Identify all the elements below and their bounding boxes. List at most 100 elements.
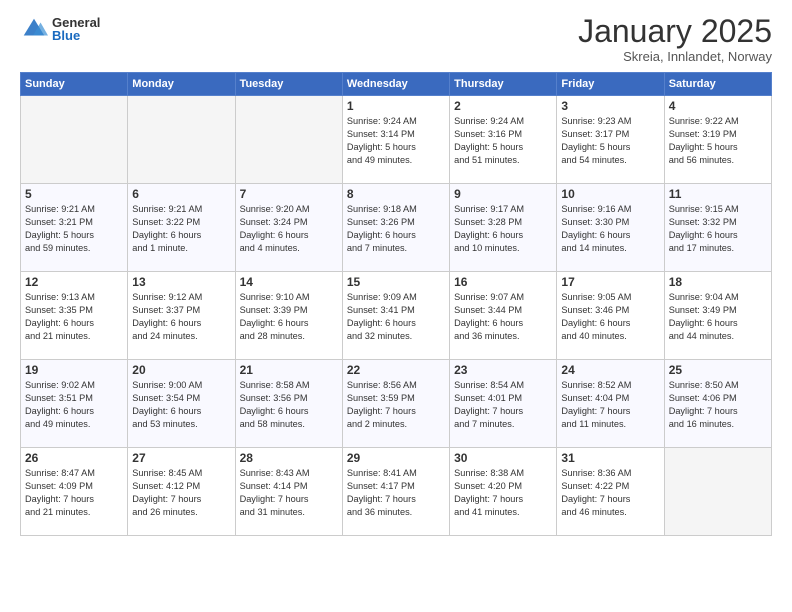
calendar-cell: 13Sunrise: 9:12 AM Sunset: 3:37 PM Dayli… xyxy=(128,272,235,360)
day-info: Sunrise: 9:00 AM Sunset: 3:54 PM Dayligh… xyxy=(132,379,230,431)
day-number: 5 xyxy=(25,187,123,201)
day-info: Sunrise: 8:36 AM Sunset: 4:22 PM Dayligh… xyxy=(561,467,659,519)
day-number: 1 xyxy=(347,99,445,113)
day-info: Sunrise: 9:17 AM Sunset: 3:28 PM Dayligh… xyxy=(454,203,552,255)
title-block: January 2025 Skreia, Innlandet, Norway xyxy=(578,15,772,64)
day-number: 12 xyxy=(25,275,123,289)
day-number: 8 xyxy=(347,187,445,201)
day-number: 16 xyxy=(454,275,552,289)
day-number: 28 xyxy=(240,451,338,465)
calendar-cell: 7Sunrise: 9:20 AM Sunset: 3:24 PM Daylig… xyxy=(235,184,342,272)
day-info: Sunrise: 9:02 AM Sunset: 3:51 PM Dayligh… xyxy=(25,379,123,431)
day-number: 19 xyxy=(25,363,123,377)
calendar-header-row: SundayMondayTuesdayWednesdayThursdayFrid… xyxy=(21,73,772,96)
calendar-cell: 26Sunrise: 8:47 AM Sunset: 4:09 PM Dayli… xyxy=(21,448,128,536)
calendar-cell: 21 Sunrise: 8:58 AM Sunset: 3:56 PM Dayli… xyxy=(235,360,342,448)
calendar-cell: 14Sunrise: 9:10 AM Sunset: 3:39 PM Dayli… xyxy=(235,272,342,360)
calendar-cell: 29 Sunrise: 8:41 AM Sunset: 4:17 PM Dayli… xyxy=(342,448,449,536)
day-number: 31 xyxy=(561,451,659,465)
calendar-cell: 16Sunrise: 9:07 AM Sunset: 3:44 PM Dayli… xyxy=(450,272,557,360)
day-number: 29 xyxy=(347,451,445,465)
calendar-cell: 11Sunrise: 9:15 AM Sunset: 3:32 PM Dayli… xyxy=(664,184,771,272)
calendar-cell: 9 Sunrise: 9:17 AM Sunset: 3:28 PM Daylig… xyxy=(450,184,557,272)
calendar-cell: 28 Sunrise: 8:43 AM Sunset: 4:14 PM Dayli… xyxy=(235,448,342,536)
calendar-week-5: 26Sunrise: 8:47 AM Sunset: 4:09 PM Dayli… xyxy=(21,448,772,536)
calendar-cell: 25 Sunrise: 8:50 AM Sunset: 4:06 PM Dayli… xyxy=(664,360,771,448)
day-info: Sunrise: 9:22 AM Sunset: 3:19 PM Dayligh… xyxy=(669,115,767,167)
day-info: Sunrise: 8:41 AM Sunset: 4:17 PM Dayligh… xyxy=(347,467,445,519)
day-info: Sunrise: 9:21 AM Sunset: 3:22 PM Dayligh… xyxy=(132,203,230,255)
calendar-table: SundayMondayTuesdayWednesdayThursdayFrid… xyxy=(20,72,772,536)
calendar-cell xyxy=(128,96,235,184)
calendar-week-1: 1Sunrise: 9:24 AM Sunset: 3:14 PM Daylig… xyxy=(21,96,772,184)
calendar-week-4: 19 Sunrise: 9:02 AM Sunset: 3:51 PM Dayli… xyxy=(21,360,772,448)
calendar-cell: 10 Sunrise: 9:16 AM Sunset: 3:30 PM Dayli… xyxy=(557,184,664,272)
location-subtitle: Skreia, Innlandet, Norway xyxy=(578,49,772,64)
col-header-tuesday: Tuesday xyxy=(235,73,342,96)
day-number: 2 xyxy=(454,99,552,113)
logo-icon xyxy=(20,15,48,43)
month-title: January 2025 xyxy=(578,15,772,47)
day-number: 30 xyxy=(454,451,552,465)
day-number: 22 xyxy=(347,363,445,377)
col-header-sunday: Sunday xyxy=(21,73,128,96)
calendar-cell: 5 Sunrise: 9:21 AM Sunset: 3:21 PM Daylig… xyxy=(21,184,128,272)
calendar-cell: 27 Sunrise: 8:45 AM Sunset: 4:12 PM Dayli… xyxy=(128,448,235,536)
day-number: 3 xyxy=(561,99,659,113)
day-info: Sunrise: 8:52 AM Sunset: 4:04 PM Dayligh… xyxy=(561,379,659,431)
calendar-cell: 19 Sunrise: 9:02 AM Sunset: 3:51 PM Dayli… xyxy=(21,360,128,448)
day-number: 11 xyxy=(669,187,767,201)
day-number: 14 xyxy=(240,275,338,289)
day-number: 21 xyxy=(240,363,338,377)
calendar-cell: 4Sunrise: 9:22 AM Sunset: 3:19 PM Daylig… xyxy=(664,96,771,184)
day-info: Sunrise: 9:20 AM Sunset: 3:24 PM Dayligh… xyxy=(240,203,338,255)
page: General Blue January 2025 Skreia, Innlan… xyxy=(0,0,792,612)
day-info: Sunrise: 9:21 AM Sunset: 3:21 PM Dayligh… xyxy=(25,203,123,255)
calendar-cell: 18 Sunrise: 9:04 AM Sunset: 3:49 PM Dayli… xyxy=(664,272,771,360)
day-info: Sunrise: 8:56 AM Sunset: 3:59 PM Dayligh… xyxy=(347,379,445,431)
calendar-cell: 20 Sunrise: 9:00 AM Sunset: 3:54 PM Dayli… xyxy=(128,360,235,448)
day-info: Sunrise: 9:04 AM Sunset: 3:49 PM Dayligh… xyxy=(669,291,767,343)
calendar-week-3: 12 Sunrise: 9:13 AM Sunset: 3:35 PM Dayli… xyxy=(21,272,772,360)
day-info: Sunrise: 9:18 AM Sunset: 3:26 PM Dayligh… xyxy=(347,203,445,255)
calendar-cell: 6 Sunrise: 9:21 AM Sunset: 3:22 PM Daylig… xyxy=(128,184,235,272)
day-number: 23 xyxy=(454,363,552,377)
day-info: Sunrise: 8:54 AM Sunset: 4:01 PM Dayligh… xyxy=(454,379,552,431)
col-header-saturday: Saturday xyxy=(664,73,771,96)
day-info: Sunrise: 9:05 AM Sunset: 3:46 PM Dayligh… xyxy=(561,291,659,343)
calendar-cell: 2Sunrise: 9:24 AM Sunset: 3:16 PM Daylig… xyxy=(450,96,557,184)
col-header-friday: Friday xyxy=(557,73,664,96)
day-number: 25 xyxy=(669,363,767,377)
day-info: Sunrise: 8:38 AM Sunset: 4:20 PM Dayligh… xyxy=(454,467,552,519)
logo: General Blue xyxy=(20,15,100,43)
calendar-week-2: 5 Sunrise: 9:21 AM Sunset: 3:21 PM Daylig… xyxy=(21,184,772,272)
day-number: 9 xyxy=(454,187,552,201)
day-info: Sunrise: 8:47 AM Sunset: 4:09 PM Dayligh… xyxy=(25,467,123,519)
calendar-cell: 12 Sunrise: 9:13 AM Sunset: 3:35 PM Dayli… xyxy=(21,272,128,360)
day-info: Sunrise: 9:09 AM Sunset: 3:41 PM Dayligh… xyxy=(347,291,445,343)
day-info: Sunrise: 8:45 AM Sunset: 4:12 PM Dayligh… xyxy=(132,467,230,519)
day-number: 6 xyxy=(132,187,230,201)
day-info: Sunrise: 8:43 AM Sunset: 4:14 PM Dayligh… xyxy=(240,467,338,519)
day-number: 10 xyxy=(561,187,659,201)
day-info: Sunrise: 9:16 AM Sunset: 3:30 PM Dayligh… xyxy=(561,203,659,255)
col-header-wednesday: Wednesday xyxy=(342,73,449,96)
day-number: 13 xyxy=(132,275,230,289)
calendar-cell: 23 Sunrise: 8:54 AM Sunset: 4:01 PM Dayli… xyxy=(450,360,557,448)
day-info: Sunrise: 8:50 AM Sunset: 4:06 PM Dayligh… xyxy=(669,379,767,431)
day-info: Sunrise: 9:23 AM Sunset: 3:17 PM Dayligh… xyxy=(561,115,659,167)
calendar-cell xyxy=(664,448,771,536)
calendar-cell: 24Sunrise: 8:52 AM Sunset: 4:04 PM Dayli… xyxy=(557,360,664,448)
day-info: Sunrise: 8:58 AM Sunset: 3:56 PM Dayligh… xyxy=(240,379,338,431)
day-number: 15 xyxy=(347,275,445,289)
day-number: 27 xyxy=(132,451,230,465)
logo-text: General Blue xyxy=(52,16,100,42)
day-number: 20 xyxy=(132,363,230,377)
calendar-cell: 17Sunrise: 9:05 AM Sunset: 3:46 PM Dayli… xyxy=(557,272,664,360)
day-info: Sunrise: 9:13 AM Sunset: 3:35 PM Dayligh… xyxy=(25,291,123,343)
calendar-cell: 15 Sunrise: 9:09 AM Sunset: 3:41 PM Dayli… xyxy=(342,272,449,360)
calendar-cell xyxy=(235,96,342,184)
day-number: 18 xyxy=(669,275,767,289)
col-header-thursday: Thursday xyxy=(450,73,557,96)
col-header-monday: Monday xyxy=(128,73,235,96)
